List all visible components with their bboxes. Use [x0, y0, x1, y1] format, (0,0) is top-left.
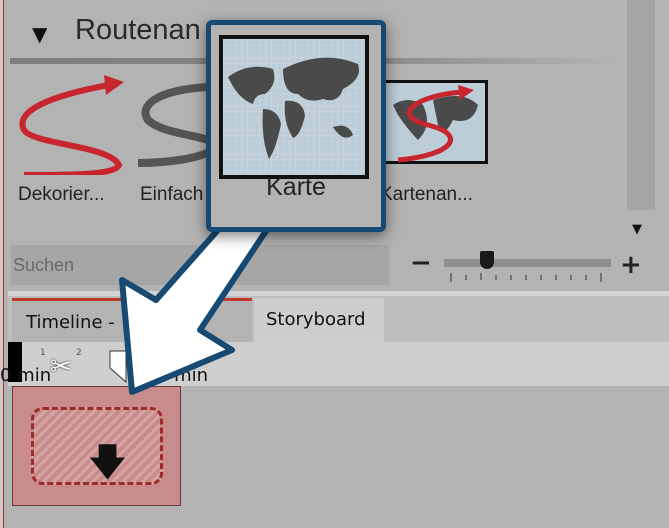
arrow-down-icon: 🡇 [88, 440, 128, 484]
ruler-tick-label: 2 [76, 348, 82, 358]
drag-preview-karte: Karte [206, 20, 386, 232]
zoom-slider-track[interactable] [444, 259, 611, 267]
clip-duration: 0 min [0, 365, 52, 386]
window-edge [0, 0, 4, 528]
tab-storyboard[interactable]: Storyboard [254, 298, 384, 342]
storyboard-clip-drop-target[interactable]: 🡇 [12, 386, 181, 506]
scroll-down-icon[interactable]: ▼ [632, 222, 642, 237]
search-input[interactable]: Suchen [11, 245, 389, 285]
slider-ticks [450, 273, 602, 282]
zoom-in-button[interactable]: + [620, 250, 642, 280]
preview-label: Karte [266, 173, 326, 201]
tab-timeline[interactable]: Timeline - Standardansicht [12, 298, 252, 377]
template-kartenanimation-thumb[interactable] [378, 80, 488, 164]
triangle-down-icon[interactable]: ▼ [32, 22, 47, 46]
transition-duration: 0:05 min [128, 365, 209, 386]
vertical-scrollbar[interactable] [627, 0, 655, 210]
template-label: Kartenan... [380, 184, 473, 205]
zoom-slider-handle[interactable] [480, 251, 494, 269]
panel-title: Routenan [75, 14, 201, 46]
drop-placeholder: 🡇 [31, 407, 163, 485]
scissors-icon[interactable]: ✂ [50, 352, 72, 382]
template-label: Dekorier... [18, 184, 105, 205]
zoom-out-button[interactable]: − [410, 250, 432, 276]
world-map-thumb [219, 35, 369, 179]
template-dekoriert-thumb[interactable] [14, 75, 144, 175]
ruler-tick-label: 1 [40, 348, 46, 358]
template-label: Einfach [140, 184, 204, 205]
